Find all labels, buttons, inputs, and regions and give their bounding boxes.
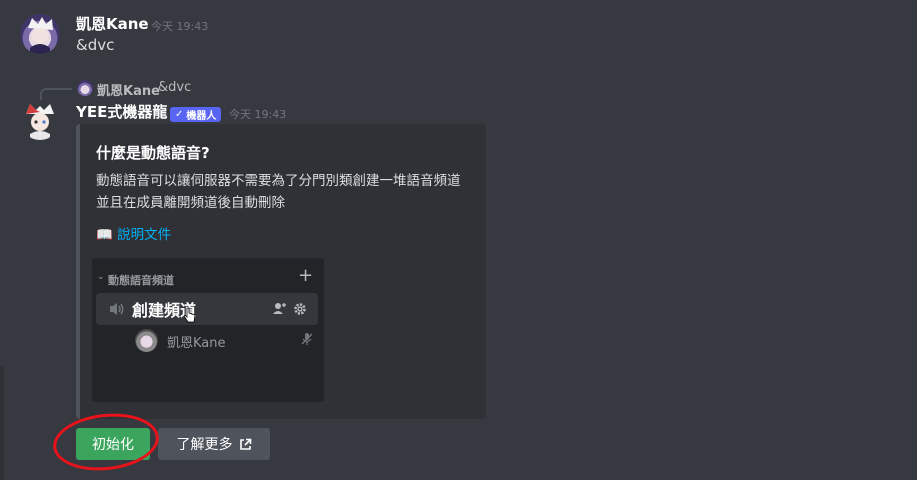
check-icon: ✓ — [175, 109, 184, 120]
preview-user-avatar — [135, 329, 158, 352]
avatar[interactable] — [20, 14, 60, 54]
message-embed: 什麼是動態語音? 動態語音可以讓伺服器不需要為了分門別類創建一堆語音頻道 並且在… — [76, 124, 486, 419]
learn-more-button[interactable]: 了解更多 — [158, 428, 270, 460]
embed-preview-image: ⌄ 動態語音頻道 + 創建頻道 凱恩Kane — [92, 258, 324, 402]
reply-text[interactable]: &dvc — [158, 80, 191, 95]
book-icon: 📖 — [96, 227, 113, 243]
reply-author[interactable]: 凱恩Kane — [97, 80, 160, 99]
init-button[interactable]: 初始化 — [76, 428, 150, 460]
preview-voice-channel: 創建頻道 — [96, 293, 318, 325]
learn-more-label: 了解更多 — [176, 437, 233, 453]
preview-category-label: 動態語音頻道 — [108, 274, 174, 287]
plus-icon: + — [298, 265, 314, 286]
external-link-icon — [239, 438, 251, 450]
speaker-icon — [110, 303, 124, 315]
avatar-image — [28, 17, 53, 54]
docs-link-text[interactable]: 說明文件 — [117, 227, 171, 243]
docs-link[interactable]: 📖 說明文件 — [96, 223, 171, 243]
message-author[interactable]: 凱恩Kane — [76, 13, 149, 34]
cursor-icon — [184, 307, 196, 323]
bot-badge-label: 機器人 — [186, 111, 217, 122]
bot-badge: ✓ 機器人 — [170, 107, 222, 122]
chevron-down-icon: ⌄ — [97, 272, 105, 282]
bot-avatar-image — [26, 104, 54, 140]
invite-user-icon — [273, 303, 286, 314]
message-timestamp: 今天 19:43 — [151, 20, 209, 33]
init-button-label: 初始化 — [92, 437, 134, 453]
left-edge-divider — [0, 365, 4, 480]
message-content: &dvc — [76, 36, 115, 54]
reply-avatar[interactable] — [77, 80, 93, 96]
embed-description: 動態語音可以讓伺服器不需要為了分門別類創建一堆語音頻道 並且在成員離開頻道後自動… — [96, 173, 461, 211]
preview-user-name: 凱恩Kane — [167, 336, 226, 351]
bot-avatar[interactable] — [20, 100, 60, 140]
embed-title: 什麼是動態語音? — [96, 144, 210, 162]
gear-icon — [294, 303, 306, 315]
bot-author[interactable]: YEE式機器龍 — [76, 101, 167, 122]
bot-timestamp: 今天 19:43 — [229, 108, 287, 121]
mic-muted-icon — [301, 333, 313, 345]
